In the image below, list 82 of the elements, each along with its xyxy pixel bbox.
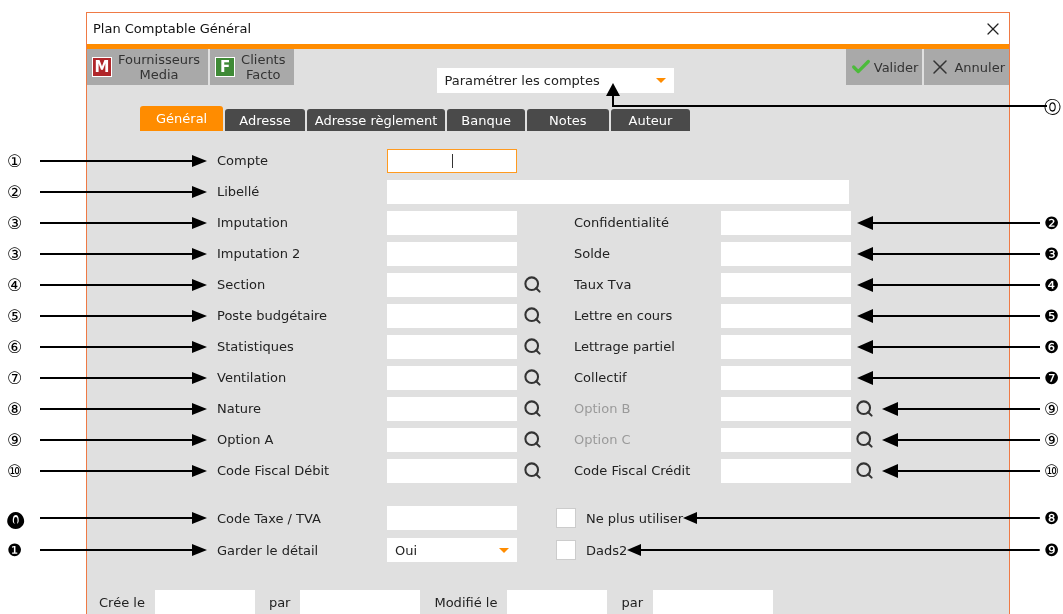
tab[interactable]: Banque <box>447 109 525 131</box>
search-button[interactable] <box>523 306 542 325</box>
checkbox[interactable] <box>556 508 576 528</box>
letter-icon: F <box>215 57 236 77</box>
field-label: Lettrage partiel <box>574 339 676 354</box>
letter-icon: M <box>92 57 112 77</box>
field-label: Ventilation <box>217 370 288 385</box>
annotation-marker: ⑨ <box>7 431 23 448</box>
annotation-marker: ④ <box>7 276 23 293</box>
text-field[interactable] <box>507 590 608 614</box>
annotation-marker: ⑨ <box>1044 431 1060 448</box>
annotation-marker: ⑦ <box>7 369 23 386</box>
field-label: Option C <box>574 432 632 447</box>
caret-icon <box>499 547 509 553</box>
checkbox-label: Dads2 <box>586 542 628 558</box>
text-field[interactable] <box>387 148 517 173</box>
tab[interactable]: Notes <box>526 109 609 131</box>
annotation-marker: ③ <box>7 245 23 262</box>
annotation-marker: ⑤ <box>7 307 23 324</box>
annotation-marker: ⑩ <box>7 462 23 479</box>
field-label: Crée le <box>99 594 145 610</box>
field-label: par <box>268 594 291 610</box>
field-label: par <box>621 594 643 610</box>
field-label: Code Fiscal Crédit <box>574 463 692 478</box>
annotation-marker: ❷ <box>1044 214 1060 231</box>
annotation-marker: ③ <box>7 214 23 231</box>
annotation-marker: ⓪ <box>1044 98 1061 116</box>
field-label: Taux Tva <box>574 277 633 292</box>
annotation-marker: ⓿ <box>7 509 24 527</box>
field-label: Garder le détail <box>217 542 320 558</box>
text-field[interactable] <box>154 590 255 614</box>
field-label: Compte <box>217 153 270 168</box>
annotation-marker: ⑧ <box>7 400 23 417</box>
search-button[interactable] <box>523 430 542 449</box>
annotation-marker: ❸ <box>1044 245 1060 262</box>
search-button[interactable] <box>523 275 542 294</box>
tab[interactable]: Auteur <box>610 109 691 131</box>
annotation-marker: ❺ <box>1044 307 1060 324</box>
field-label: Lettre en cours <box>574 308 674 323</box>
text-field[interactable] <box>300 590 421 614</box>
dropdown-field[interactable]: Oui <box>387 538 517 562</box>
annotation-marker: ❾ <box>1044 541 1060 559</box>
mode-dropdown[interactable]: Paramétrer les comptes <box>436 68 674 93</box>
field-label: Imputation 2 <box>217 246 302 261</box>
text-field[interactable] <box>653 590 773 614</box>
field-label: Section <box>217 277 267 292</box>
field-label: Solde <box>574 246 612 261</box>
annotation-marker: ⑨ <box>1044 400 1060 417</box>
checkbox-label: Ne plus utiliser <box>586 510 684 526</box>
field-label: Option A <box>217 432 275 447</box>
annotation-marker: ❻ <box>1044 338 1060 355</box>
search-button[interactable] <box>523 399 542 418</box>
annotation-marker: ❹ <box>1044 276 1060 293</box>
validate-button[interactable]: Valider <box>845 49 923 85</box>
field-label: Collectif <box>574 370 628 385</box>
field-label: Statistiques <box>217 339 295 354</box>
field-label: Option B <box>574 401 632 416</box>
caret-icon <box>655 78 666 83</box>
field-label: Poste budgétaire <box>217 308 329 323</box>
field-label: Confidentialité <box>574 215 670 230</box>
field-label: Code Taxe / TVA <box>217 510 322 526</box>
annotation-marker: ❽ <box>1044 509 1060 527</box>
annotation-marker: ❼ <box>1044 369 1060 386</box>
annotation-marker: ⑥ <box>7 338 23 355</box>
window-title: Plan Comptable Général <box>93 21 252 36</box>
field-label: Code Fiscal Débit <box>217 463 331 478</box>
annotation-marker: ⑩ <box>1044 462 1060 479</box>
cancel-button[interactable]: Annuler <box>924 49 1009 85</box>
search-button[interactable] <box>523 461 542 480</box>
tab[interactable]: Adresse règlement <box>306 109 446 131</box>
checkbox[interactable] <box>556 540 576 560</box>
annotation-marker: ❶ <box>7 541 23 559</box>
tab[interactable]: Adresse <box>225 109 305 131</box>
search-button[interactable] <box>523 337 542 356</box>
field-label: Modifié le <box>434 594 498 610</box>
field-label: Libellé <box>217 184 261 199</box>
field-label: Imputation <box>217 215 289 230</box>
field-label: Nature <box>217 401 263 416</box>
search-button[interactable] <box>523 368 542 387</box>
annotation-marker: ② <box>7 183 23 200</box>
search-button[interactable] <box>855 461 874 480</box>
annotation-marker: ① <box>7 152 23 169</box>
